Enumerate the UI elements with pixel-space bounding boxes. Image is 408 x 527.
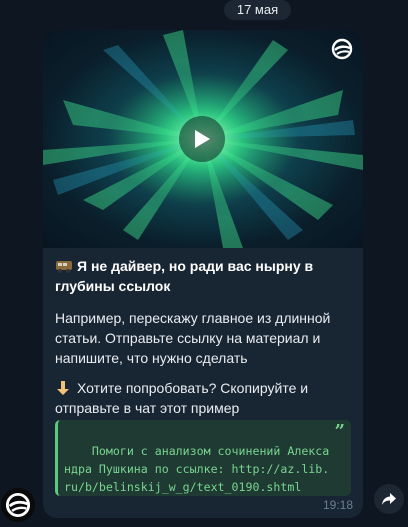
code-quote-block[interactable]: Помоги с анализом сочинений Александра П… bbox=[55, 420, 351, 496]
bus-icon bbox=[56, 261, 72, 273]
pointing-down-icon bbox=[57, 381, 69, 395]
quote-mark-icon: ” bbox=[334, 421, 345, 442]
message-title-text: Я не дайвер, но ради вас нырну в глубины… bbox=[55, 258, 314, 294]
share-button[interactable] bbox=[374, 484, 404, 514]
video-preview[interactable] bbox=[43, 30, 363, 248]
share-arrow-icon bbox=[382, 493, 396, 505]
brand-logo-icon bbox=[331, 38, 353, 60]
message-paragraph-2-text: Хотите попробовать? Скопируйте и отправь… bbox=[55, 380, 309, 416]
message-title: Я не дайвер, но ради вас нырну в глубины… bbox=[55, 256, 351, 296]
message-time: 19:18 bbox=[322, 498, 353, 512]
message-bubble: Я не дайвер, но ради вас нырну в глубины… bbox=[43, 30, 363, 518]
play-icon bbox=[195, 130, 210, 148]
quote-text: Помоги с анализом сочинений Александра П… bbox=[64, 444, 330, 494]
date-separator: 17 мая bbox=[224, 0, 291, 20]
brand-logo-icon bbox=[5, 492, 31, 518]
message-paragraph-2: Хотите попробовать? Скопируйте и отправь… bbox=[55, 378, 351, 418]
message-paragraph: Например, перескажу главное из длинной с… bbox=[55, 310, 331, 366]
avatar[interactable] bbox=[1, 488, 35, 522]
play-button[interactable] bbox=[179, 116, 225, 162]
